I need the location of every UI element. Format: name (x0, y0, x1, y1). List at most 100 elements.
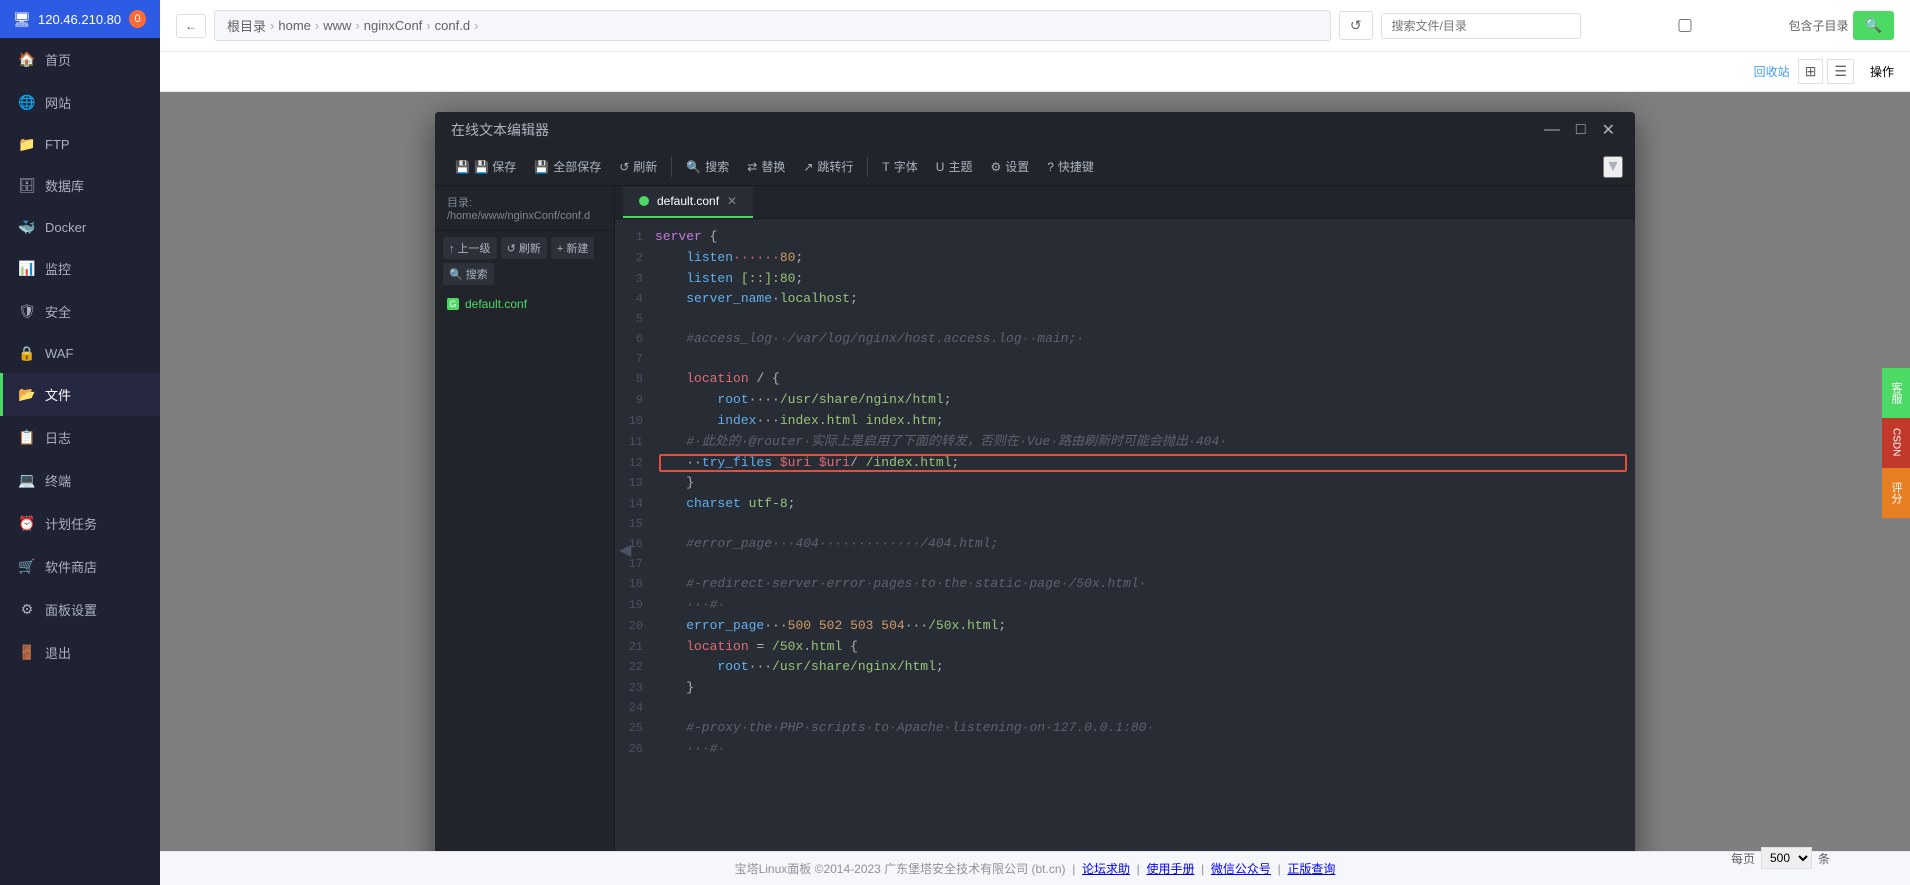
customer-service-button[interactable]: 客服 (1882, 368, 1910, 418)
close-button[interactable]: ✕ (1598, 120, 1619, 140)
refresh-button[interactable]: ↺ (1339, 11, 1373, 40)
maximize-button[interactable]: □ (1572, 121, 1590, 139)
editor-sidebar-panel: 目录: /home/www/nginxConf/conf.d ↑ 上一级 ↺ 刷… (435, 186, 615, 885)
file-item-default-conf[interactable]: G default.conf (435, 291, 614, 317)
code-line-18: 18 #-redirect·server·error·pages·to·the·… (615, 574, 1635, 595)
code-line-4: 4 server_name·localhost; (615, 289, 1635, 310)
per-page-label: 每页 (1731, 850, 1755, 867)
code-line-7: 7 (615, 350, 1635, 369)
code-line-16: 16 #error_page···404·············/404.ht… (615, 534, 1635, 555)
lock-icon: 🔒 (19, 345, 35, 361)
close-tab-button[interactable]: ✕ (727, 194, 737, 208)
shortcuts-button[interactable]: ? 快捷键 (1039, 154, 1102, 179)
files-icon: 📂 (19, 387, 35, 403)
search-go-button[interactable]: 🔍 (1853, 11, 1894, 40)
new-file-button[interactable]: + 新建 (551, 237, 594, 259)
code-line-19: 19 ···#· (615, 595, 1635, 616)
right-sidebar: 客服 CSDN 评分 (1882, 368, 1910, 518)
breadcrumb-sep: › (270, 18, 274, 33)
sidebar-item-database[interactable]: 🗄 数据库 (0, 164, 160, 207)
sidebar-item-label: 安全 (45, 302, 71, 321)
sidebar-item-label: 数据库 (45, 176, 84, 195)
breadcrumb-home[interactable]: home (278, 18, 311, 33)
sidebar-item-label: 终端 (45, 471, 71, 490)
sidebar: 🖥 120.46.210.80 0 🏠 首页 🌐 网站 📁 FTP 🗄 数据库 … (0, 0, 160, 885)
editor-body: 目录: /home/www/nginxConf/conf.d ↑ 上一级 ↺ 刷… (435, 186, 1635, 885)
notification-badge: 0 (129, 10, 146, 28)
sidebar-item-label: 网站 (45, 93, 71, 112)
code-line-12: 12 ··try_files $uri $uri/ /index.html; (615, 453, 1635, 474)
back-button[interactable]: ← (176, 14, 206, 38)
rate-button[interactable]: 评分 (1882, 468, 1910, 518)
per-page-selector: 每页 500 100 200 条 (1731, 847, 1830, 869)
sidebar-item-home[interactable]: 🏠 首页 (0, 38, 160, 81)
goto-button[interactable]: ↗ 跳转行 (795, 154, 861, 179)
include-subdir-checkbox[interactable] (1585, 19, 1785, 32)
breadcrumb-root[interactable]: 根目录 (227, 16, 266, 35)
breadcrumb-www[interactable]: www (323, 18, 351, 33)
operations-label: 操作 (1870, 63, 1894, 80)
more-button[interactable]: ▼ (1603, 156, 1623, 178)
save-all-button[interactable]: 💾 全部保存 (526, 154, 609, 179)
save-button[interactable]: 💾 💾 保存 (447, 154, 524, 179)
breadcrumb-confd[interactable]: conf.d (435, 18, 470, 33)
settings-icon: ⚙ (990, 160, 1001, 174)
settings-toolbar-button[interactable]: ⚙ 设置 (982, 154, 1037, 179)
tab-bar: default.conf ✕ (615, 186, 1635, 219)
breadcrumb-nginxconf[interactable]: nginxConf (364, 18, 423, 33)
wechat-link[interactable]: 微信公众号 (1211, 862, 1271, 876)
per-page-select[interactable]: 500 100 200 (1761, 847, 1812, 869)
recycle-bin-link[interactable]: 回收站 (1754, 63, 1790, 80)
copyright-text: 宝塔Linux面板 ©2014-2023 广东堡塔安全技术有限公司 (bt.cn… (735, 862, 1066, 876)
code-line-11: 11 #·此处的·@router·实际上是启用了下面的转发，否则在·Vue·路由… (615, 432, 1635, 453)
code-editor[interactable]: ◀ 1 server { 2 listen··· (615, 219, 1635, 885)
sidebar-item-logs[interactable]: 📋 日志 (0, 416, 160, 459)
include-subdir-text: 包含子目录 (1789, 17, 1849, 34)
breadcrumb: 根目录 › home › www › nginxConf › conf.d › (214, 10, 1331, 41)
font-button[interactable]: T 字体 (874, 154, 925, 179)
include-subdir-label: 包含子目录 (1585, 17, 1849, 34)
forum-link[interactable]: 论坛求助 (1082, 862, 1130, 876)
theme-button[interactable]: U 主题 (928, 154, 981, 179)
sidebar-item-monitor[interactable]: 📊 监控 (0, 247, 160, 290)
per-page-unit: 条 (1818, 850, 1830, 867)
sidebar-item-waf[interactable]: 🔒 WAF (0, 333, 160, 373)
refresh-dir-button[interactable]: ↺ 刷新 (501, 237, 547, 259)
sidebar-item-website[interactable]: 🌐 网站 (0, 81, 160, 124)
docker-icon: 🐳 (19, 219, 35, 235)
code-line-6: 6 #access_log··/var/log/nginx/host.acces… (615, 329, 1635, 350)
sidebar-item-terminal[interactable]: 💻 终端 (0, 459, 160, 502)
grid-view-button[interactable]: ⊞ (1798, 59, 1824, 84)
directory-label: 目录: /home/www/nginxConf/conf.d (435, 186, 614, 231)
code-line-26: 26 ···#· (615, 739, 1635, 760)
verify-link[interactable]: 正版查询 (1287, 862, 1335, 876)
sidebar-item-label: 计划任务 (45, 514, 97, 533)
code-line-20: 20 error_page···500 502 503 504···/50x.h… (615, 616, 1635, 637)
sidebar-item-files[interactable]: 📂 文件 (0, 373, 160, 416)
tab-default-conf[interactable]: default.conf ✕ (623, 186, 753, 218)
code-area: default.conf ✕ ◀ 1 (615, 186, 1635, 885)
save-all-icon: 💾 (534, 160, 549, 174)
sidebar-item-logout[interactable]: 🚪 退出 (0, 631, 160, 674)
manual-link[interactable]: 使用手册 (1146, 862, 1194, 876)
file-navigation: ↑ 上一级 ↺ 刷新 + 新建 🔍 搜索 (435, 231, 614, 291)
sidebar-item-label: 软件商店 (45, 557, 97, 576)
collapse-arrow[interactable]: ◀ (619, 540, 631, 560)
sidebar-item-docker[interactable]: 🐳 Docker (0, 207, 160, 247)
refresh-button[interactable]: ↺ 刷新 (611, 154, 665, 179)
list-view-button[interactable]: ☰ (1827, 59, 1854, 84)
replace-button[interactable]: ⇄ 替换 (739, 154, 793, 179)
sidebar-item-cron[interactable]: ⏰ 计划任务 (0, 502, 160, 545)
minimize-button[interactable]: — (1540, 121, 1564, 139)
csdn-button[interactable]: CSDN (1882, 418, 1910, 468)
sidebar-item-panel-settings[interactable]: ⚙ 面板设置 (0, 588, 160, 631)
search-dir-button[interactable]: 🔍 搜索 (443, 263, 494, 285)
sidebar-item-store[interactable]: 🛒 软件商店 (0, 545, 160, 588)
up-level-button[interactable]: ↑ 上一级 (443, 237, 497, 259)
search-input[interactable] (1381, 13, 1581, 39)
breadcrumb-sep3: › (355, 18, 359, 33)
code-line-14: 14 charset utf-8; (615, 494, 1635, 515)
sidebar-item-ftp[interactable]: 📁 FTP (0, 124, 160, 164)
sidebar-item-security[interactable]: 🛡 安全 (0, 290, 160, 333)
search-toolbar-button[interactable]: 🔍 搜索 (678, 154, 737, 179)
